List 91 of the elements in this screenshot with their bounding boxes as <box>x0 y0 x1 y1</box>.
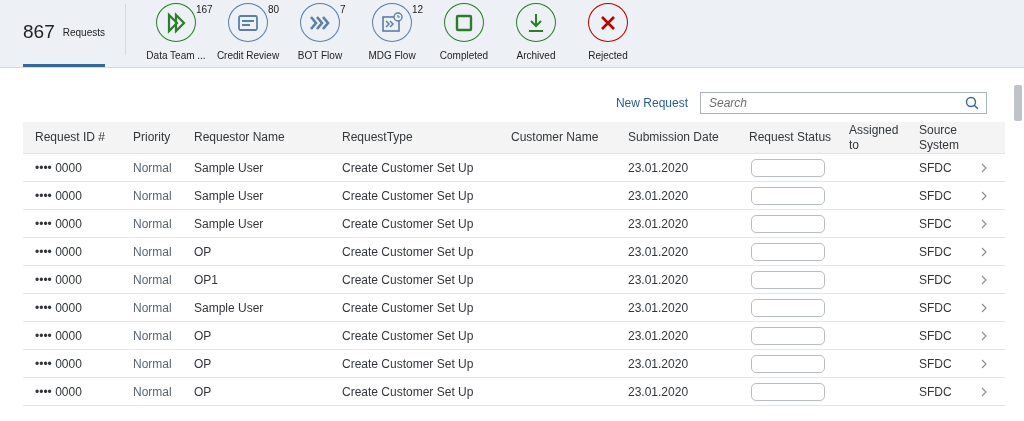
table-cell-text: •••• 0000 <box>34 299 83 317</box>
table-cell-text: Normal <box>132 299 173 317</box>
table-cell-text: 23.01.2020 <box>627 299 690 317</box>
table-cell-text: •••• 0000 <box>34 355 83 373</box>
table-cell-text: 23.01.2020 <box>627 187 690 205</box>
status-tab[interactable]: 7 BOT Flow <box>284 0 356 67</box>
table-cell-text: Normal <box>132 159 173 177</box>
requests-tab[interactable]: 867 Requests <box>23 0 105 67</box>
table-cell-text: Sample User <box>193 159 265 177</box>
chevron-right-icon[interactable] <box>981 163 988 174</box>
table-cell-text: Sample User <box>193 215 265 233</box>
status-tab[interactable]: Rejected <box>572 0 644 67</box>
table-cell-text: •••• 0000 <box>34 159 83 177</box>
table-cell-text: Create Customer Set Up <box>341 243 475 261</box>
table-cell-text: 23.01.2020 <box>627 383 690 401</box>
search-field[interactable]: Search <box>700 92 987 114</box>
status-tab[interactable]: 167 Data Team ... <box>140 0 212 67</box>
count-label: 7 <box>340 3 346 17</box>
table-cell-text: •••• 0000 <box>34 215 83 233</box>
table-cell-text: Normal <box>132 215 173 233</box>
table-cell-text: •••• 0000 <box>34 271 83 289</box>
table-cell-text: OP1 <box>193 271 219 289</box>
table-cell-text: OP <box>193 355 213 373</box>
chevron-right-icon[interactable] <box>981 387 988 398</box>
table-cell-text: SFDC <box>918 355 953 373</box>
table-cell-text: 23.01.2020 <box>627 271 690 289</box>
column-header: Request ID # <box>34 130 107 145</box>
chevron-right-icon[interactable] <box>981 219 988 230</box>
table-cell-text: Create Customer Set Up <box>341 327 475 345</box>
table-cell-text: SFDC <box>918 327 953 345</box>
table-cell-text: •••• 0000 <box>34 243 83 261</box>
table-cell-text: SFDC <box>918 243 953 261</box>
column-header: Priority <box>132 130 172 145</box>
column-header: Customer Name <box>510 130 600 145</box>
new-request-link[interactable]: New Request <box>615 94 688 112</box>
chevron-right-icon[interactable] <box>981 331 988 342</box>
status-tab[interactable]: Archived <box>500 0 572 67</box>
table-cell-text: SFDC <box>918 299 953 317</box>
status-tab[interactable]: Completed <box>428 0 500 67</box>
search-icon[interactable] <box>965 96 979 110</box>
chevron-right-icon[interactable] <box>981 191 988 202</box>
document-clock-icon <box>380 10 404 35</box>
table-cell-text: OP <box>193 243 213 261</box>
status-tab[interactable]: 80 Credit Review <box>212 0 284 67</box>
column-header: Assigned to <box>848 123 900 152</box>
table-cell-text: •••• 0000 <box>34 383 83 401</box>
column-header: Source System <box>918 123 960 152</box>
table-cell-text: 23.01.2020 <box>627 327 690 345</box>
table-cell-text: Normal <box>132 187 173 205</box>
table-cell-text: •••• 0000 <box>34 327 83 345</box>
request-count: 867 <box>23 19 55 44</box>
count-label: 12 <box>412 3 424 17</box>
table-cell-text: SFDC <box>918 383 953 401</box>
table-cell-text: Create Customer Set Up <box>341 159 475 177</box>
table-cell-text: Normal <box>132 271 173 289</box>
table-cell-text: Create Customer Set Up <box>341 215 475 233</box>
table-cell-text: OP <box>193 383 213 401</box>
column-header: Submission Date <box>627 130 720 145</box>
table-cell-text: 23.01.2020 <box>627 243 690 261</box>
chevron-right-icon[interactable] <box>981 275 988 286</box>
column-header: Requestor Name <box>193 130 286 145</box>
column-header: Request Status <box>748 130 833 145</box>
scrollbar-thumb[interactable] <box>1014 85 1022 121</box>
table-cell-text: •••• 0000 <box>34 187 83 205</box>
status-tab[interactable]: 12 MDG Flow <box>356 0 428 67</box>
table-cell-text: SFDC <box>918 215 953 233</box>
table-cell-text: SFDC <box>918 271 953 289</box>
count-label: 167 <box>196 3 213 17</box>
table-cell-text: OP <box>193 327 213 345</box>
table-cell-text: SFDC <box>918 159 953 177</box>
table-cell-text: Create Customer Set Up <box>341 355 475 373</box>
table-cell-text: Sample User <box>193 187 265 205</box>
count-label: 80 <box>268 3 280 17</box>
table-cell-text: Normal <box>132 243 173 261</box>
table-cell-text: 23.01.2020 <box>627 159 690 177</box>
table-cell-text: Normal <box>132 355 173 373</box>
table-cell-text: SFDC <box>918 187 953 205</box>
table-cell-text: Create Customer Set Up <box>341 383 475 401</box>
chevron-right-icon[interactable] <box>981 359 988 370</box>
column-header: RequestType <box>341 130 414 145</box>
chevron-right-icon[interactable] <box>981 303 988 314</box>
table-cell-text: Create Customer Set Up <box>341 271 475 289</box>
table-cell-text: Create Customer Set Up <box>341 299 475 317</box>
table-cell-text: Create Customer Set Up <box>341 187 475 205</box>
table-cell-text: Normal <box>132 327 173 345</box>
table-cell-text: Sample User <box>193 299 265 317</box>
table-cell-text: Normal <box>132 383 173 401</box>
chevron-right-icon[interactable] <box>981 247 988 258</box>
table-cell-text: 23.01.2020 <box>627 355 690 373</box>
table-cell-text: 23.01.2020 <box>627 215 690 233</box>
tab-label: Requests <box>62 25 105 40</box>
